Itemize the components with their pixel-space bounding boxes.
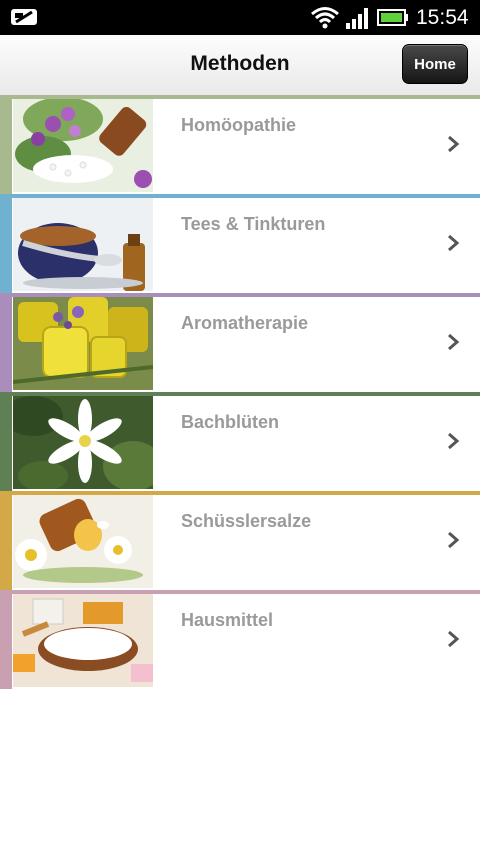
list-item-bachblueten[interactable]: Bachblüten — [0, 392, 480, 491]
honey-bowl-image — [13, 594, 153, 687]
chevron-right-icon — [448, 234, 460, 252]
white-flower-image — [13, 396, 153, 489]
globuli-flowers-image — [13, 99, 153, 192]
list-item-tees-tinkturen[interactable]: Tees & Tinkturen — [0, 194, 480, 293]
home-button[interactable]: Home — [402, 44, 468, 84]
list-item-hausmittel[interactable]: Hausmittel — [0, 590, 480, 689]
method-label: Tees & Tinkturen — [181, 214, 326, 234]
status-bar: 15:54 — [0, 0, 480, 35]
method-label: Bachblüten — [181, 412, 280, 432]
clock: 15:54 — [416, 6, 469, 29]
row-color-bar — [0, 590, 12, 689]
list-item-aromatherapie[interactable]: Aromatherapie — [0, 293, 480, 392]
list-item-schuesslersalze[interactable]: Schüsslersalze — [0, 491, 480, 590]
signal-icon — [346, 8, 368, 29]
chevron-right-icon — [448, 531, 460, 549]
oil-bottles-image — [13, 297, 153, 390]
methods-list: Homöopathie Tees & Tinkturen Aromatherap… — [0, 95, 480, 689]
sim-icon — [11, 9, 37, 25]
chevron-right-icon — [448, 333, 460, 351]
row-color-bar — [0, 491, 12, 590]
row-color-bar — [0, 95, 12, 194]
tea-cup-image — [13, 198, 153, 291]
wifi-icon — [311, 7, 339, 29]
header-bar: Methoden Home — [0, 35, 480, 96]
method-label: Schüsslersalze — [181, 511, 312, 531]
daisies-pills-image — [13, 495, 153, 588]
method-label: Aromatherapie — [181, 313, 309, 333]
chevron-right-icon — [448, 432, 460, 450]
chevron-right-icon — [448, 630, 460, 648]
row-color-bar — [0, 392, 12, 491]
method-label: Hausmittel — [181, 610, 274, 630]
row-color-bar — [0, 293, 12, 392]
row-color-bar — [0, 194, 12, 293]
battery-icon — [377, 9, 408, 26]
list-item-homoeopathie[interactable]: Homöopathie — [0, 95, 480, 194]
chevron-right-icon — [448, 135, 460, 153]
method-label: Homöopathie — [181, 115, 296, 135]
